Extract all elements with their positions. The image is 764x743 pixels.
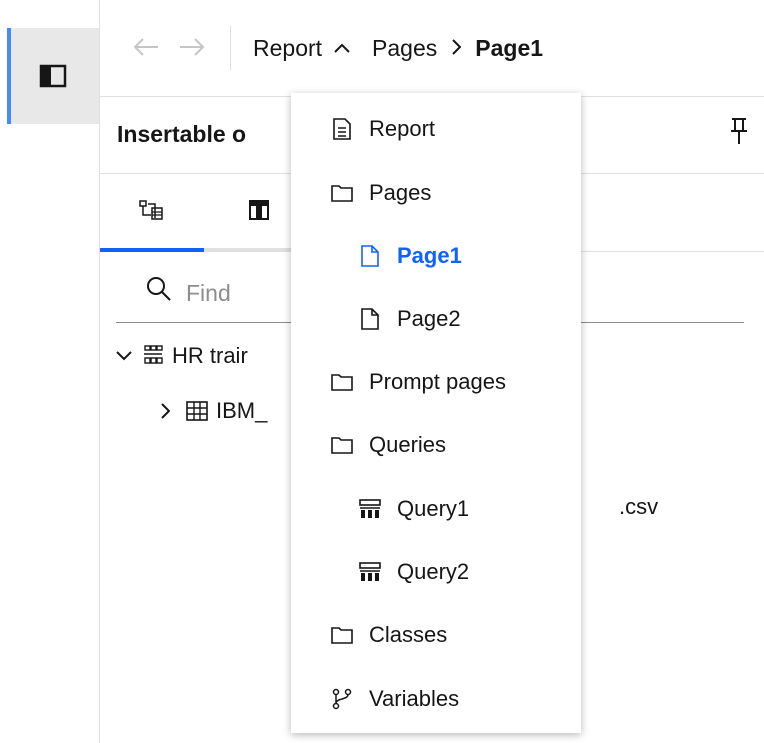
- menu-item-variables[interactable]: Variables: [291, 669, 581, 729]
- tab-source-tree[interactable]: [100, 173, 204, 251]
- document-icon: [331, 118, 353, 140]
- menu-item-classes[interactable]: Classes: [291, 605, 581, 665]
- menu-item-label: Page2: [397, 306, 461, 331]
- menu-item-label: Pages: [369, 180, 432, 205]
- menu-item-label: Query1: [397, 496, 470, 521]
- panel-toggle-icon: [39, 64, 67, 88]
- arrow-right-icon: [179, 33, 205, 64]
- chevron-right-icon: [451, 35, 462, 61]
- menu-item-label: Report: [369, 116, 436, 141]
- menu-item-pages[interactable]: Pages: [291, 163, 581, 223]
- tree-item-suffix: .csv: [619, 494, 659, 519]
- query-icon: [359, 561, 381, 583]
- left-rail: [0, 0, 100, 743]
- query-icon: [359, 498, 381, 520]
- chevron-up-icon[interactable]: [334, 43, 350, 53]
- panel-title: Insertable o: [117, 121, 247, 147]
- tree-item-table[interactable]: IBM_: [160, 391, 267, 431]
- menu-item-label: Queries: [369, 432, 447, 457]
- menu-item-page1[interactable]: Page1: [291, 226, 581, 286]
- folder-icon: [331, 434, 353, 456]
- menu-item-queries[interactable]: Queries: [291, 415, 581, 475]
- menu-item-prompt-pages[interactable]: Prompt pages: [291, 352, 581, 412]
- breadcrumb-pages[interactable]: Pages: [372, 35, 437, 62]
- top-bar: Report Pages Page1: [100, 0, 764, 96]
- breadcrumb-dropdown-menu: Report Pages Page1 Page2 Prompt pages Qu…: [291, 93, 581, 733]
- page-icon: [359, 308, 381, 330]
- back-button[interactable]: [126, 28, 166, 68]
- active-tab-indicator: [100, 248, 204, 252]
- chevron-right-icon[interactable]: [160, 403, 182, 419]
- chevron-down-icon[interactable]: [116, 351, 138, 361]
- breadcrumb: Report Pages Page1: [253, 35, 543, 62]
- arrow-left-icon: [133, 33, 159, 64]
- menu-item-report[interactable]: Report: [291, 99, 581, 159]
- tree-item-data-module[interactable]: HR trair: [116, 336, 248, 376]
- toolbox-icon: [248, 199, 270, 226]
- active-indicator: [7, 28, 11, 124]
- menu-item-label: Variables: [369, 686, 460, 711]
- toolbar-divider: [230, 26, 231, 70]
- forward-button[interactable]: [172, 28, 212, 68]
- source-tree-icon: [139, 199, 165, 225]
- pin-icon[interactable]: [730, 117, 748, 151]
- branch-icon: [331, 688, 353, 710]
- breadcrumb-current-page[interactable]: Page1: [475, 35, 543, 62]
- folder-icon: [331, 624, 353, 646]
- table-icon: [186, 401, 208, 421]
- panel-toggle-button[interactable]: [7, 28, 99, 124]
- menu-item-label: Page1: [397, 243, 462, 268]
- page-icon: [359, 245, 381, 267]
- menu-item-label: Prompt pages: [369, 369, 506, 394]
- search-icon: [146, 276, 172, 307]
- folder-icon: [331, 182, 353, 204]
- data-module-icon: [142, 345, 164, 367]
- tree-item-label: IBM_: [216, 398, 268, 423]
- menu-item-query2[interactable]: Query2: [291, 542, 581, 602]
- menu-item-page2[interactable]: Page2: [291, 289, 581, 349]
- menu-item-label: Classes: [369, 622, 448, 647]
- folder-icon: [331, 371, 353, 393]
- breadcrumb-report[interactable]: Report: [253, 35, 322, 62]
- menu-item-label: Query2: [397, 559, 470, 584]
- menu-item-query1[interactable]: Query1: [291, 479, 581, 539]
- tree-item-label: HR trair: [172, 343, 248, 368]
